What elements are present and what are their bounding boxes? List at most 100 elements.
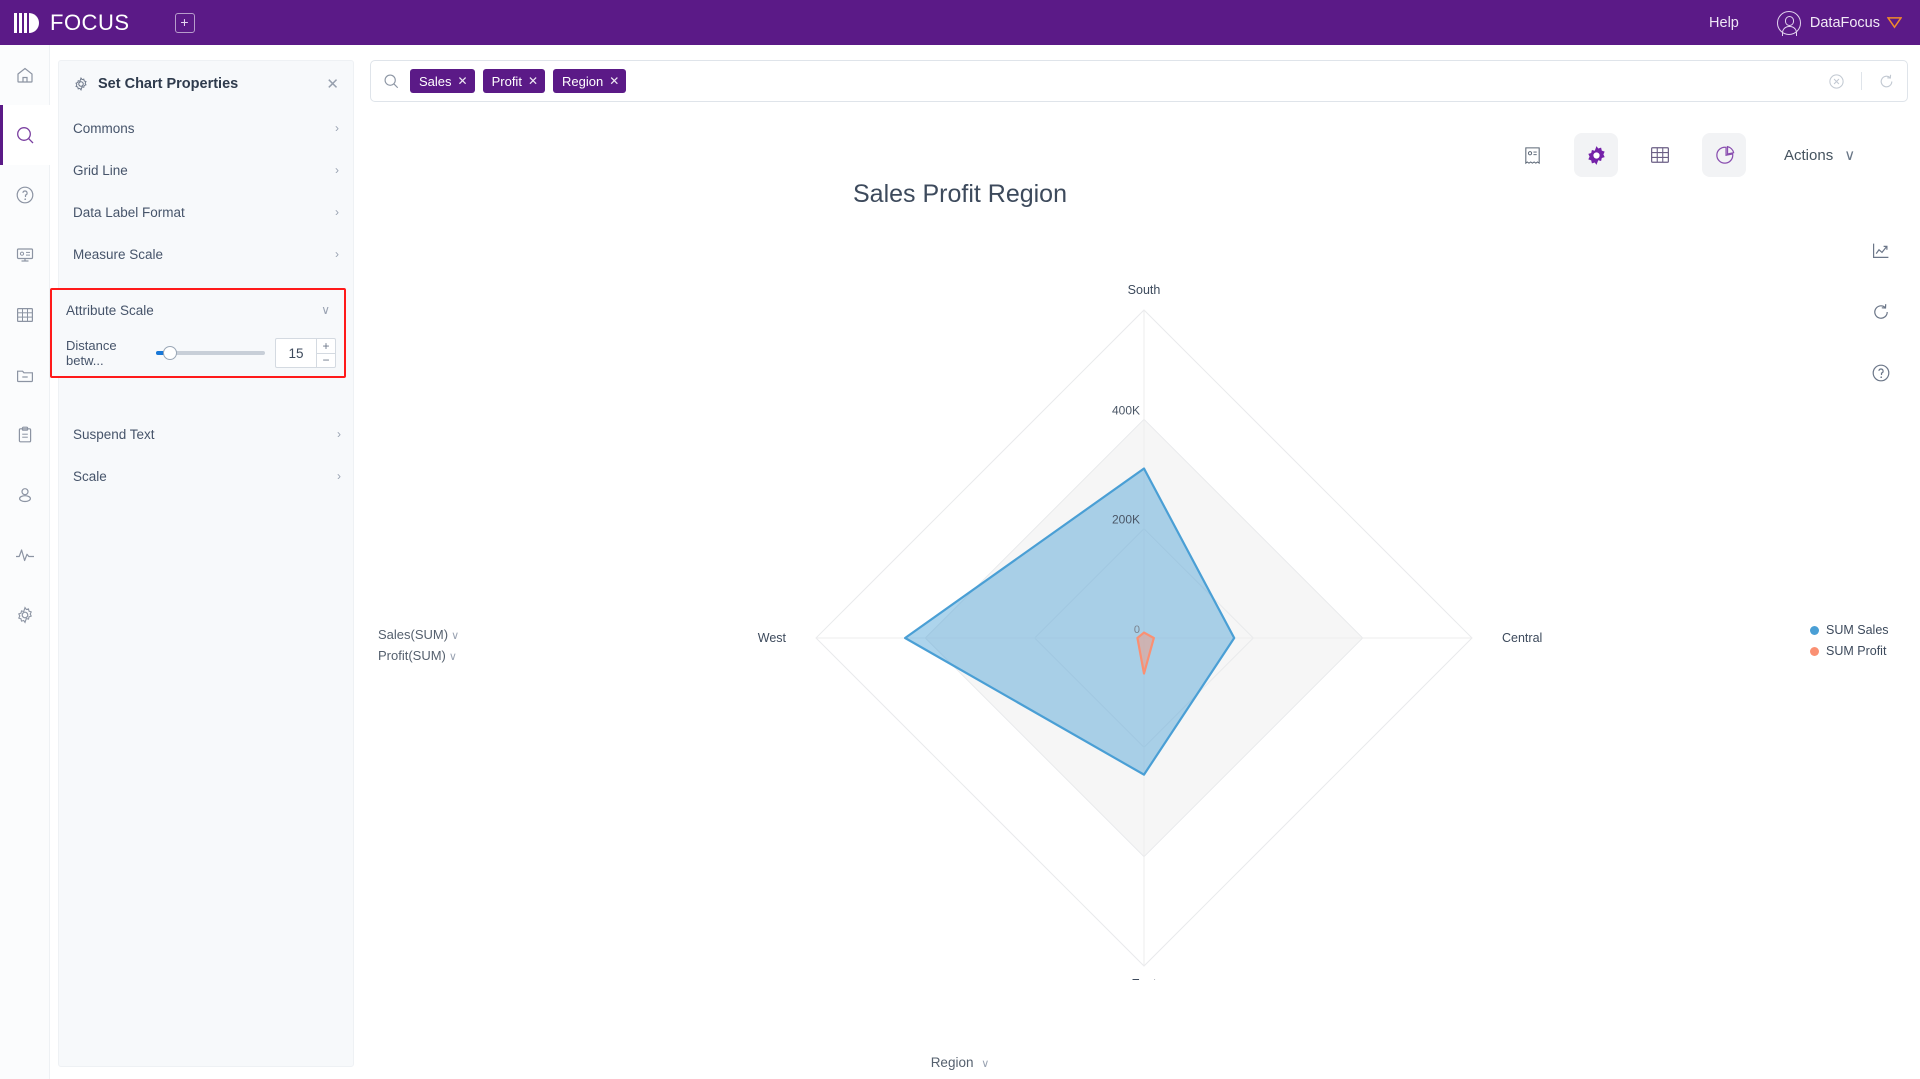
table-view-button[interactable]: [1638, 133, 1682, 177]
rail-item-search[interactable]: [0, 105, 50, 165]
prop-row-measure-scale[interactable]: Measure Scale ›: [59, 233, 353, 275]
chevron-down-icon: ∨: [321, 303, 330, 317]
chart-settings-button[interactable]: [1574, 133, 1618, 177]
legend-color-dot: [1810, 626, 1819, 635]
chip-label: Profit: [491, 73, 522, 89]
chevron-down-icon: ∨: [451, 630, 460, 642]
prop-row-attribute-scale[interactable]: Attribute Scale ∨: [52, 290, 344, 330]
rail-item-dashboard[interactable]: [0, 225, 50, 285]
gear-icon: [18, 606, 32, 624]
prop-row-commons[interactable]: Commons ›: [59, 107, 353, 149]
reload-button[interactable]: [1866, 297, 1896, 327]
radar-axis-label: West: [758, 631, 787, 645]
plus-square-icon[interactable]: +: [174, 12, 195, 33]
legend-color-dot: [1810, 647, 1819, 656]
measure-selector[interactable]: Sales(SUM) ∨ Profit(SUM) ∨: [378, 625, 459, 667]
search-icon: [16, 126, 33, 143]
close-icon[interactable]: ✕: [609, 74, 619, 88]
chip-label: Sales: [419, 73, 452, 89]
pie-chart-icon: [1715, 145, 1734, 164]
attribute-label: Region: [930, 1055, 974, 1070]
prop-row-suspend-text[interactable]: Suspend Text ›: [59, 413, 355, 455]
close-icon[interactable]: ✕: [458, 74, 468, 88]
rail-item-table[interactable]: [0, 285, 50, 345]
radar-axis-label: East: [1131, 977, 1157, 980]
distance-slider[interactable]: [156, 346, 265, 360]
table-grid-icon: [1651, 147, 1669, 163]
prop-label: Scale: [73, 468, 107, 484]
chevron-right-icon: ›: [337, 469, 341, 483]
stepper-buttons: + −: [316, 339, 335, 367]
chart-type-button[interactable]: [1702, 133, 1746, 177]
home-icon: [17, 67, 33, 83]
gear-icon: [1587, 145, 1605, 165]
search-icon: [384, 74, 399, 88]
measure-profit: Profit(SUM) ∨: [378, 646, 459, 667]
distance-between-setting: Distance betw... 15 + −: [52, 330, 344, 376]
avatar: [1776, 10, 1801, 36]
trend-button[interactable]: [1866, 236, 1896, 266]
legend-item[interactable]: SUM Profit: [1810, 641, 1889, 662]
question-circle-icon: [1872, 364, 1890, 382]
chevron-down-icon: ∨: [448, 651, 457, 663]
prop-label: Grid Line: [73, 162, 128, 178]
rail-item-settings[interactable]: [0, 585, 50, 645]
slider-handle[interactable]: [163, 346, 177, 360]
user-menu[interactable]: DataFocus: [1776, 10, 1902, 36]
rail-item-monitor[interactable]: [0, 525, 50, 585]
search-chip-sales[interactable]: Sales ✕: [410, 69, 475, 93]
answer-detail-button[interactable]: [1510, 133, 1554, 177]
clear-circle-icon[interactable]: [1828, 73, 1845, 90]
right-float-toolbar: [1866, 236, 1896, 419]
measure-label: Sales(SUM): [378, 627, 449, 642]
search-chip-region[interactable]: Region ✕: [553, 69, 627, 93]
gear-icon: [75, 77, 87, 91]
panel-header: Set Chart Properties ✕: [59, 61, 353, 107]
receipt-icon: [1524, 146, 1540, 164]
chevron-down-icon: ∨: [981, 1058, 990, 1070]
refresh-icon[interactable]: [1878, 73, 1895, 90]
presentation-icon: [16, 248, 34, 262]
distance-value[interactable]: 15: [276, 339, 316, 367]
rail-item-home[interactable]: [0, 45, 50, 105]
pulse-icon: [16, 549, 34, 562]
focus-logo-icon: [14, 10, 44, 36]
radar-chart: South Central East West 0 200K 400K: [758, 283, 1543, 980]
chevron-down-icon: ∨: [1844, 147, 1856, 164]
legend-item[interactable]: SUM Sales: [1810, 620, 1889, 641]
distance-stepper[interactable]: 15 + −: [275, 338, 336, 368]
rail-item-clipboard[interactable]: [0, 405, 50, 465]
rail-item-user[interactable]: [0, 465, 50, 525]
search-bar[interactable]: Sales ✕ Profit ✕ Region ✕: [370, 60, 1908, 102]
chart-toolbar: Actions ∨: [1510, 133, 1855, 177]
prop-row-scale[interactable]: Scale ›: [59, 455, 355, 497]
close-icon[interactable]: ✕: [326, 77, 339, 92]
rail-item-folder[interactable]: [0, 345, 50, 405]
actions-dropdown[interactable]: Actions ∨: [1784, 146, 1856, 165]
radar-axis-label: Central: [1502, 631, 1542, 645]
prop-label: Measure Scale: [73, 246, 164, 262]
help-button[interactable]: [1866, 358, 1896, 388]
folder-minus-icon: [17, 370, 33, 383]
radar-axis-label: South: [1128, 283, 1161, 297]
help-link[interactable]: Help: [1709, 15, 1739, 31]
chevron-right-icon: ›: [337, 427, 341, 441]
radar-tick-label: 400K: [1112, 403, 1140, 417]
measure-sales: Sales(SUM) ∨: [378, 625, 459, 646]
stepper-increment[interactable]: +: [317, 339, 335, 354]
chip-label: Region: [562, 73, 604, 89]
chart-title: Sales Profit Region: [852, 180, 1067, 208]
chart-properties-panel: Set Chart Properties ✕ Commons › Grid Li…: [50, 60, 355, 1067]
stepper-decrement[interactable]: −: [317, 354, 335, 368]
chevron-right-icon: ›: [335, 121, 339, 135]
search-chip-profit[interactable]: Profit ✕: [482, 69, 545, 93]
attribute-selector[interactable]: Region ∨: [0, 1055, 1920, 1070]
prop-label: Commons: [73, 120, 135, 136]
top-bar: FOCUS + Help DataFocus: [0, 0, 1920, 45]
trend-chart-icon: [1873, 243, 1889, 258]
actions-label: Actions: [1784, 146, 1834, 164]
close-icon[interactable]: ✕: [528, 74, 538, 88]
app-logo[interactable]: FOCUS: [14, 10, 130, 36]
attribute-scale-group-highlight: Attribute Scale ∨ Distance betw... 15 + …: [50, 288, 346, 378]
prop-label: Attribute Scale: [66, 302, 154, 318]
